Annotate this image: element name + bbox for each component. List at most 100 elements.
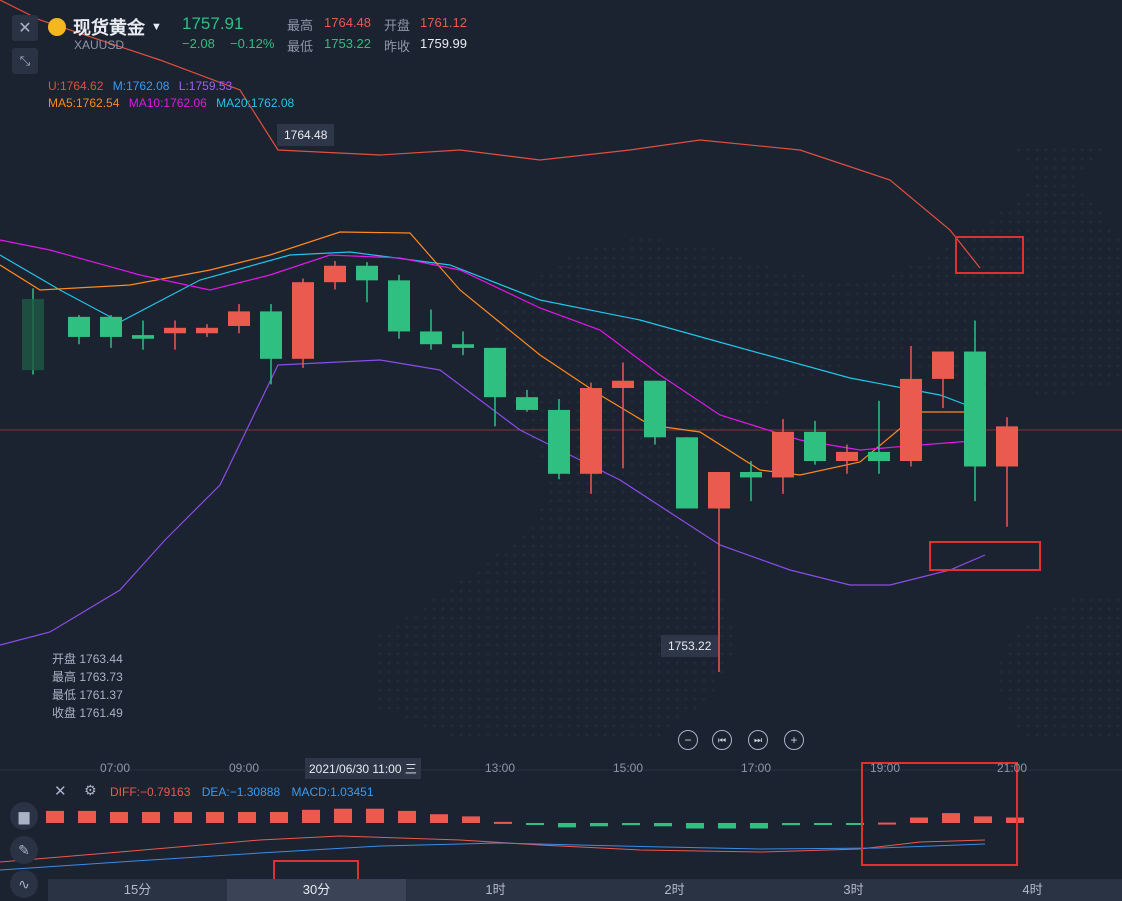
macd-bar	[878, 822, 896, 825]
macd-bar	[78, 810, 96, 823]
indicator-icon[interactable]: ▆	[10, 802, 38, 830]
low-value: 1753.22	[324, 36, 371, 51]
macd-bar	[750, 823, 768, 829]
macd-bar	[686, 823, 704, 829]
candle	[164, 320, 186, 350]
time-label: 07:00	[100, 761, 131, 775]
candle	[388, 274, 410, 339]
time-label: 19:00	[870, 761, 901, 775]
dropdown-icon[interactable]: ▼	[151, 21, 162, 33]
tab-2h[interactable]: 2时	[585, 879, 764, 901]
ohlc-low: 1761.37	[79, 688, 123, 702]
tab-1h[interactable]: 1时	[406, 879, 585, 901]
open-value: 1761.12	[420, 15, 467, 30]
macd-bar	[462, 816, 480, 823]
line-chart-icon[interactable]: ∿	[10, 870, 38, 898]
tab-4h[interactable]: 4时	[943, 879, 1122, 901]
kline-chart[interactable]	[0, 0, 1122, 901]
symbol-title[interactable]: 现货黄金 ▼	[48, 14, 162, 40]
macd-bar	[366, 808, 384, 823]
candle	[612, 362, 634, 469]
macd-bar	[270, 812, 288, 823]
boll-legend: U:1764.62 M:1762.08 L:1759.53	[48, 79, 232, 93]
candle	[260, 304, 282, 385]
last-price: 1757.91	[182, 14, 244, 33]
candle	[868, 400, 890, 474]
crosshair-time: 2021/06/30 11:00 三	[305, 758, 421, 779]
candle	[196, 324, 218, 337]
ohlc-open: 1763.44	[79, 652, 123, 666]
candle	[292, 278, 314, 368]
candle	[22, 288, 44, 375]
tab-30min[interactable]: 30分	[227, 879, 406, 901]
time-label: 17:00	[741, 761, 772, 775]
time-label: 21:00	[997, 761, 1028, 775]
close-button[interactable]: ✕	[12, 15, 38, 41]
macd-bar	[974, 816, 992, 823]
candle	[68, 315, 90, 345]
low-label: 最低	[287, 39, 314, 54]
ohlc-info: 开盘 1763.44 最高 1763.73 最低 1761.37 收盘 1761…	[52, 650, 123, 722]
candle	[580, 382, 602, 494]
macd-diff-line	[0, 835, 986, 863]
ma10-value: MA10:1762.06	[128, 96, 207, 110]
macd-bar	[558, 823, 576, 828]
candle	[228, 304, 250, 334]
macd-bar	[206, 812, 224, 823]
candle	[996, 417, 1018, 527]
open-label: 开盘	[384, 18, 411, 33]
low-marker: 1753.22	[661, 635, 719, 657]
settings-icon[interactable]: ⚙	[84, 782, 97, 799]
candle	[740, 461, 762, 502]
candle	[356, 262, 378, 303]
last-page-button[interactable]: ⏭	[748, 730, 768, 750]
zoom-in-button[interactable]: +	[784, 730, 804, 750]
first-page-button[interactable]: ⏮	[712, 730, 732, 750]
high-label: 最高	[287, 18, 314, 33]
macd-bar	[238, 812, 256, 823]
macd-bar	[942, 813, 960, 823]
macd-bar	[142, 812, 160, 823]
candle	[548, 398, 570, 480]
macd-bar	[782, 823, 800, 826]
boll-upper: U:1764.62	[48, 79, 104, 93]
prev-close-label: 昨收	[384, 39, 411, 54]
macd-bar	[46, 810, 64, 823]
boll-u-line	[0, 0, 981, 269]
tab-3h[interactable]: 3时	[764, 879, 943, 901]
macd-bar	[110, 812, 128, 823]
macd-dea-line	[0, 842, 986, 871]
draw-pencil-icon[interactable]: ✎	[10, 836, 38, 864]
macd-bar	[590, 823, 608, 827]
ma-legend: MA5:1762.54 MA10:1762.06 MA20:1762.08	[48, 96, 294, 110]
symbol-code: XAUUSD	[74, 38, 125, 52]
macd-bar	[398, 810, 416, 823]
boll-middle: M:1762.08	[112, 79, 170, 93]
ma10-line	[0, 239, 986, 451]
ma5-value: MA5:1762.54	[48, 96, 120, 110]
candle	[900, 346, 922, 467]
symbol-name: 现货黄金	[73, 18, 145, 38]
tab-15min[interactable]: 15分	[48, 879, 227, 901]
boll-lower: L:1759.53	[178, 79, 233, 93]
macd-bar	[526, 823, 544, 825]
close-macd-icon[interactable]: ✕	[54, 782, 67, 800]
macd-bar	[494, 821, 512, 824]
prev-close-value: 1759.99	[420, 36, 467, 51]
gold-icon	[48, 18, 66, 36]
macd-legend: DIFF:−0.79163 DEA:−1.30888 MACD:1.03451	[110, 785, 374, 799]
macd-bar	[718, 823, 736, 829]
macd-bar	[654, 823, 672, 827]
candle	[804, 420, 826, 465]
macd-value: MACD:1.03451	[291, 785, 374, 799]
macd-bar	[910, 817, 928, 823]
macd-bar	[334, 808, 352, 823]
zoom-out-button[interactable]: −	[678, 730, 698, 750]
candle	[420, 309, 442, 350]
boll-l-line	[0, 359, 986, 646]
collapse-icon[interactable]: ⤡	[12, 48, 38, 74]
ma20-value: MA20:1762.08	[216, 96, 295, 110]
candle	[676, 437, 698, 509]
annotation-box	[929, 541, 1041, 571]
period-tabs: 15分 30分 1时 2时 3时 4时	[48, 879, 1122, 901]
